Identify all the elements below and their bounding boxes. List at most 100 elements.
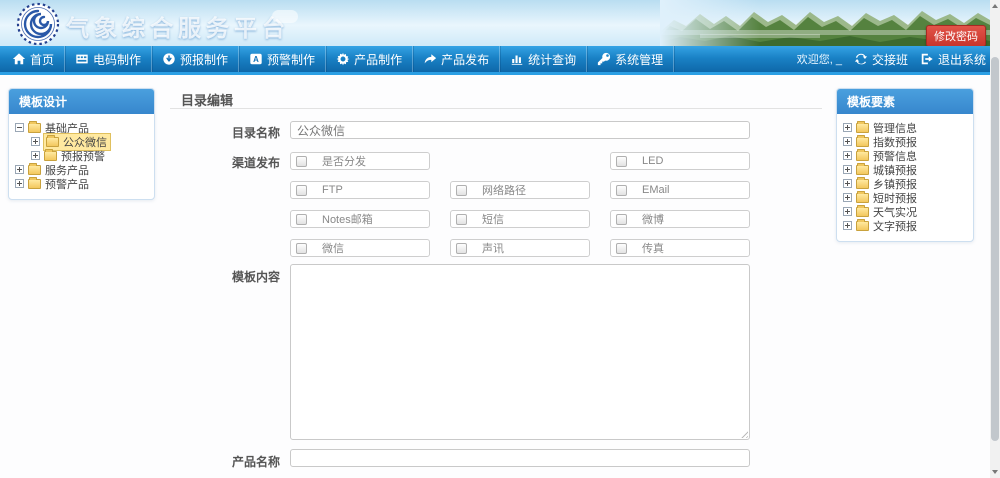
channel-label: LED — [642, 155, 663, 167]
checkbox-icon[interactable] — [616, 156, 627, 167]
catalog-name-input[interactable] — [290, 121, 750, 139]
tree-item-text-forecast[interactable]: 文字预报 — [843, 219, 969, 232]
key-icon — [597, 52, 611, 66]
nav-item-label: 首页 — [30, 51, 54, 68]
folder-icon — [28, 165, 41, 175]
nav-item-label: 预报制作 — [180, 51, 228, 68]
template-content-wrap — [290, 264, 750, 440]
expand-icon[interactable] — [843, 165, 852, 174]
expand-icon[interactable] — [15, 165, 24, 174]
checkbox-icon[interactable] — [456, 243, 467, 254]
tree-item-township-forecast[interactable]: 乡镇预报 — [843, 177, 969, 190]
tree-item-index-forecast[interactable]: 指数预报 — [843, 135, 969, 148]
scroll-down-icon[interactable] — [990, 466, 1000, 478]
tree-item-service-products[interactable]: 服务产品 — [15, 163, 150, 176]
app-title: 气象综合服务平台 — [66, 9, 290, 43]
collapse-icon[interactable] — [15, 123, 24, 132]
expand-icon[interactable] — [843, 179, 852, 188]
channel-option-notes-mail[interactable]: Notes邮箱 — [290, 210, 430, 228]
channel-option-fax[interactable]: 传真 — [610, 239, 750, 257]
checkbox-icon[interactable] — [296, 156, 307, 167]
tree-item-public-wechat[interactable]: 公众微信 — [15, 135, 150, 148]
folder-icon — [856, 221, 869, 231]
tree-item-warning-info[interactable]: 预警信息 — [843, 149, 969, 162]
logout-icon — [920, 52, 934, 66]
expand-icon[interactable] — [31, 151, 40, 160]
expand-icon[interactable] — [843, 207, 852, 216]
tree-item-forecast-warning[interactable]: 预报预警 — [15, 149, 150, 162]
channel-option-led[interactable]: LED — [610, 152, 750, 170]
channel-option-weibo[interactable]: 微博 — [610, 210, 750, 228]
section-title: 目录编辑 — [181, 90, 233, 109]
checkbox-icon[interactable] — [616, 243, 627, 254]
template-content-textarea[interactable] — [290, 264, 750, 440]
template-design-tree: 基础产品 公众微信 预报预警 服务产品 — [9, 114, 154, 199]
nav-item-forecast-making[interactable]: 预报制作 — [152, 46, 239, 72]
change-password-button[interactable]: 修改密码 — [926, 25, 986, 46]
expand-icon[interactable] — [843, 137, 852, 146]
channel-option-ftp[interactable]: FTP — [290, 181, 430, 199]
tree-item-town-forecast[interactable]: 城镇预报 — [843, 163, 969, 176]
channel-option-voice[interactable]: 声讯 — [450, 239, 590, 257]
nav-item-stats-query[interactable]: 统计查询 — [500, 46, 587, 72]
shift-handover-link[interactable]: 交接班 — [854, 51, 908, 68]
channel-option-wechat[interactable]: 微信 — [290, 239, 430, 257]
nav-item-product-making[interactable]: 产品制作 — [326, 46, 413, 72]
expand-icon[interactable] — [31, 137, 40, 146]
scroll-up-icon[interactable] — [990, 0, 1000, 12]
expand-icon[interactable] — [843, 123, 852, 132]
tree-item-weather-live[interactable]: 天气实况 — [843, 205, 969, 218]
checkbox-icon[interactable] — [616, 185, 627, 196]
scrollbar-thumb[interactable] — [991, 57, 999, 441]
logout-link[interactable]: 退出系统 — [920, 51, 986, 68]
tree-item-management-info[interactable]: 管理信息 — [843, 121, 969, 134]
channel-option-email[interactable]: EMail — [610, 181, 750, 199]
home-icon — [12, 52, 26, 66]
tree-item-label: 预警产品 — [45, 176, 89, 192]
folder-icon — [856, 123, 869, 133]
channel-options-grid: 是否分发 LED FTP 网络路径 EMail Notes邮箱 短信 — [290, 152, 750, 257]
banner-mountain-photo: 修改密码 — [660, 0, 990, 46]
tree-item-label: 文字预报 — [873, 218, 917, 234]
checkbox-icon[interactable] — [296, 214, 307, 225]
tree-item-warning-products[interactable]: 预警产品 — [15, 177, 150, 190]
warning-icon: A — [249, 52, 263, 66]
folder-icon — [856, 151, 869, 161]
nav-item-code-making[interactable]: 电码制作 — [65, 46, 152, 72]
nav-item-label: 预警制作 — [267, 51, 315, 68]
expand-icon[interactable] — [15, 179, 24, 188]
nav-item-system-admin[interactable]: 系统管理 — [587, 46, 674, 72]
nav-item-warning-making[interactable]: A 预警制作 — [239, 46, 326, 72]
folder-icon — [856, 193, 869, 203]
checkbox-icon[interactable] — [616, 214, 627, 225]
channel-label: 传真 — [642, 240, 664, 256]
folder-icon — [856, 137, 869, 147]
channel-option-sms[interactable]: 短信 — [450, 210, 590, 228]
vertical-scrollbar[interactable] — [990, 0, 1000, 478]
channel-label: 声讯 — [482, 240, 504, 256]
cloud-decoration — [272, 10, 298, 23]
product-name-input[interactable] — [290, 449, 750, 467]
channel-option-distribute[interactable]: 是否分发 — [290, 152, 430, 170]
expand-icon[interactable] — [843, 151, 852, 160]
expand-icon[interactable] — [843, 193, 852, 202]
app-logo-icon — [16, 2, 60, 46]
expand-icon[interactable] — [843, 221, 852, 230]
channel-label: FTP — [322, 184, 343, 196]
folder-icon — [28, 123, 41, 133]
checkbox-icon[interactable] — [296, 243, 307, 254]
refresh-icon — [854, 52, 868, 66]
nav-item-home[interactable]: 首页 — [0, 46, 65, 72]
checkbox-icon[interactable] — [456, 185, 467, 196]
nav-item-product-publish[interactable]: 产品发布 — [413, 46, 500, 72]
tree-item-shortterm-forecast[interactable]: 短时预报 — [843, 191, 969, 204]
template-design-panel: 模板设计 基础产品 公众微信 预报预警 — [8, 88, 155, 200]
welcome-text: 欢迎您, _ — [797, 51, 842, 67]
nav-item-label: 统计查询 — [528, 51, 576, 68]
folder-icon — [28, 179, 41, 189]
checkbox-icon[interactable] — [296, 185, 307, 196]
channel-option-network-path[interactable]: 网络路径 — [450, 181, 590, 199]
checkbox-icon[interactable] — [456, 214, 467, 225]
nav-item-label: 电码制作 — [93, 51, 141, 68]
code-icon — [75, 52, 89, 66]
